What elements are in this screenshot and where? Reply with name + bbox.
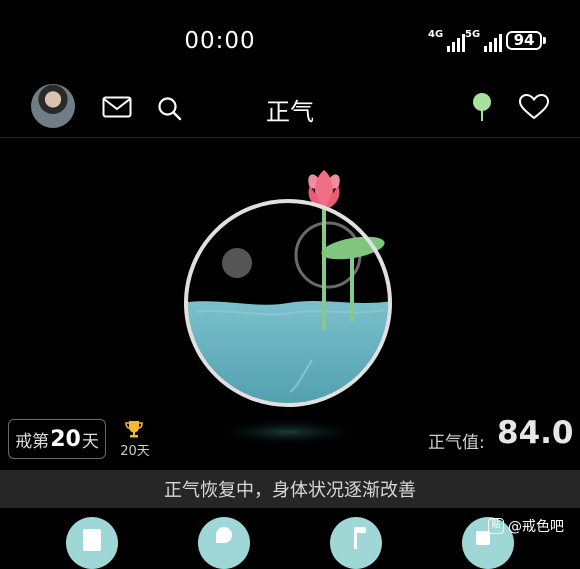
battery-tip [543,37,546,44]
tab-bird-icon[interactable] [198,517,250,569]
page-title: 正气 [266,98,314,126]
tree-icon[interactable] [471,92,493,122]
streak-suffix: 天 [81,431,99,452]
moon [222,248,252,278]
bowl-shadow [208,418,368,446]
network-type-label: 4G [428,29,444,40]
status-message-bar: 正气恢复中，身体状况逐渐改善 [0,470,580,508]
status-message: 正气恢复中，身体状况逐渐改善 [164,480,416,501]
heart-icon[interactable] [519,94,549,120]
zhengqi-value: 84.0 [497,415,574,451]
battery-indicator: 94 [506,31,542,50]
streak-days: 20 [50,426,81,452]
tab-music-icon[interactable] [330,517,382,569]
cellular-signal-2: 5G [465,29,503,52]
status-time: 00:00 [184,28,256,54]
tab-document-icon[interactable] [66,517,118,569]
cellular-signal-1: 4G [428,29,466,52]
watermark-text: @戒色吧 [508,519,564,535]
bowl-water [188,301,388,403]
network-type-label: 5G [465,29,481,40]
trophy-icon[interactable] [124,419,144,439]
lotus-bowl-illustration [184,170,392,446]
zhengqi-label: 正气值: [428,433,485,453]
header-divider [0,137,580,138]
streak-prefix: 戒第 [15,431,50,452]
watermark: 贴 @戒色吧 [488,516,564,536]
streak-days-box: 戒第 20 天 [8,419,106,459]
watermark-logo-icon: 贴 [488,518,504,534]
trophy-label: 20天 [120,444,150,459]
